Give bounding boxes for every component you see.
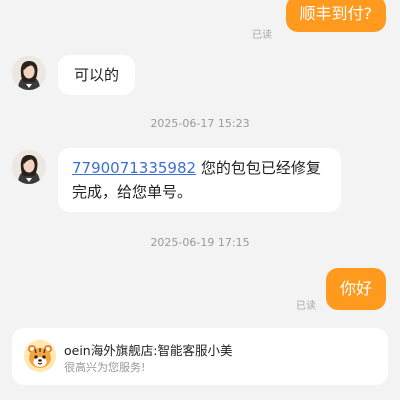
agent-avatar-image xyxy=(12,150,46,184)
chat-thread[interactable]: 顺丰到付? 已读 可以的 2025-06-17 15:23 7790071335… xyxy=(0,0,400,400)
agent-avatar[interactable] xyxy=(12,56,46,90)
service-greeting: 很高兴为您服务! xyxy=(64,361,146,374)
read-receipt: 已读 xyxy=(252,30,272,41)
timestamp: 2025-06-19 17:15 xyxy=(150,236,250,249)
outgoing-message-bubble[interactable]: 你好 xyxy=(325,268,386,310)
outgoing-message-bubble[interactable]: 顺丰到付? xyxy=(285,0,386,32)
message-text: 顺丰到付? xyxy=(299,4,373,23)
customer-service-card[interactable]: oein海外旗舰店:智能客服小美 很高兴为您服务! xyxy=(12,328,388,385)
message-line-2: 完成，给您单号。 xyxy=(72,183,193,201)
message-text: 可以的 xyxy=(74,66,120,84)
agent-avatar[interactable] xyxy=(12,150,46,184)
service-bot-avatar xyxy=(24,340,56,372)
agent-avatar-image xyxy=(12,56,46,90)
message-line-1: 7790071335982 您的包包已经修复 xyxy=(72,156,327,180)
timestamp: 2025-06-17 15:23 xyxy=(150,117,250,130)
incoming-message-bubble[interactable]: 7790071335982 您的包包已经修复 完成，给您单号。 xyxy=(58,148,341,212)
read-receipt: 已读 xyxy=(296,301,316,312)
tracking-number-link[interactable]: 7790071335982 xyxy=(72,159,196,177)
message-text: 你好 xyxy=(339,279,372,298)
message-text: 您的包包已经修复 xyxy=(196,159,321,177)
tiger-mascot-icon xyxy=(24,340,56,372)
service-name: oein海外旗舰店:智能客服小美 xyxy=(64,343,233,358)
incoming-message-bubble[interactable]: 可以的 xyxy=(58,55,136,95)
